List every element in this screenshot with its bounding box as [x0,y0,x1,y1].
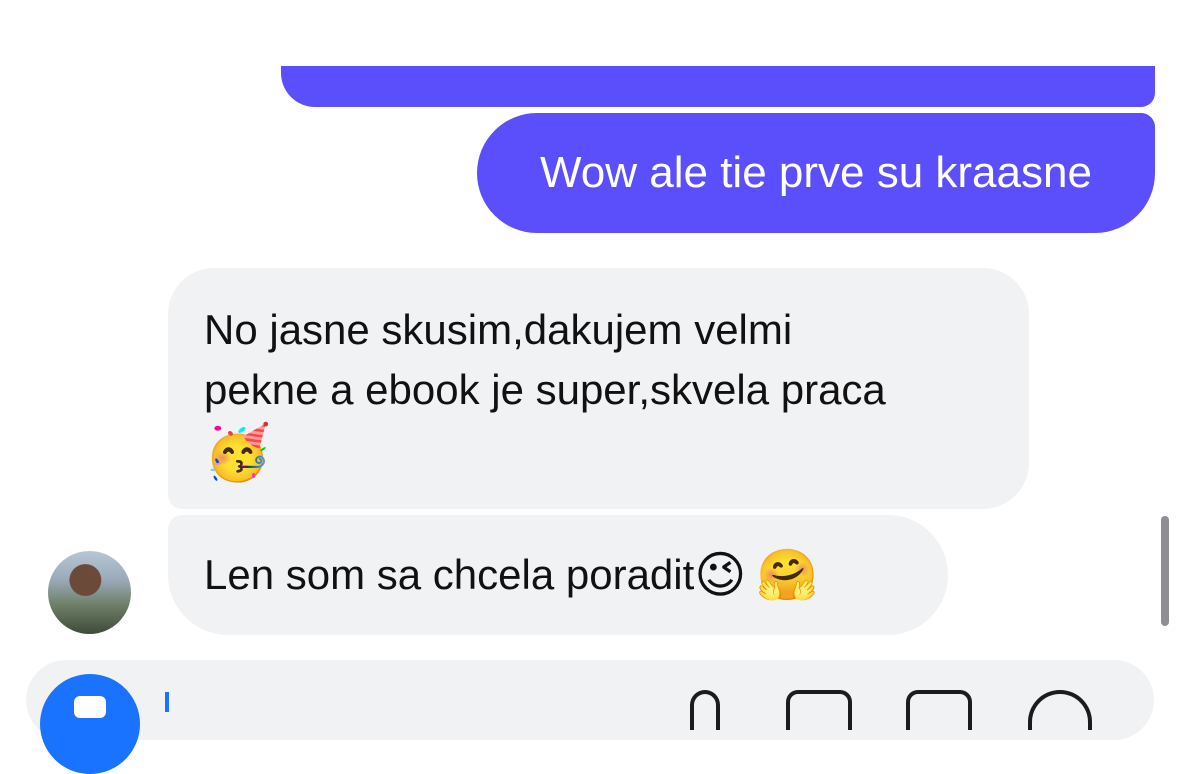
message-text: Wow ale tie prve su kraasne [540,148,1092,197]
message-text: No jasne skusim,dakujem velmi [204,306,793,353]
party-face-emoji: 🥳 [204,422,272,483]
message-composer[interactable] [26,660,1154,740]
incoming-message-bubble[interactable]: No jasne skusim,dakujem velmi pekne a eb… [168,268,1029,509]
outgoing-message-bubble[interactable] [281,66,1155,107]
microphone-icon[interactable] [690,690,720,730]
wink-emoji: 😉 [694,547,747,603]
incoming-message-bubble[interactable]: Len som sa chcela poradit 😉 🤗 [168,515,948,635]
outgoing-message-bubble[interactable]: Wow ale tie prve su kraasne [477,113,1155,233]
sticker-icon[interactable] [906,690,972,730]
hug-emoji: 🤗 [756,547,819,603]
message-text: Len som sa chcela poradit [204,551,695,598]
text-cursor [165,692,169,712]
photo-icon[interactable] [786,690,852,730]
scrollbar[interactable] [1161,516,1169,626]
avatar[interactable] [48,551,131,634]
camera-icon[interactable] [40,674,140,774]
message-text: pekne a ebook je super,skvela praca [204,366,886,413]
